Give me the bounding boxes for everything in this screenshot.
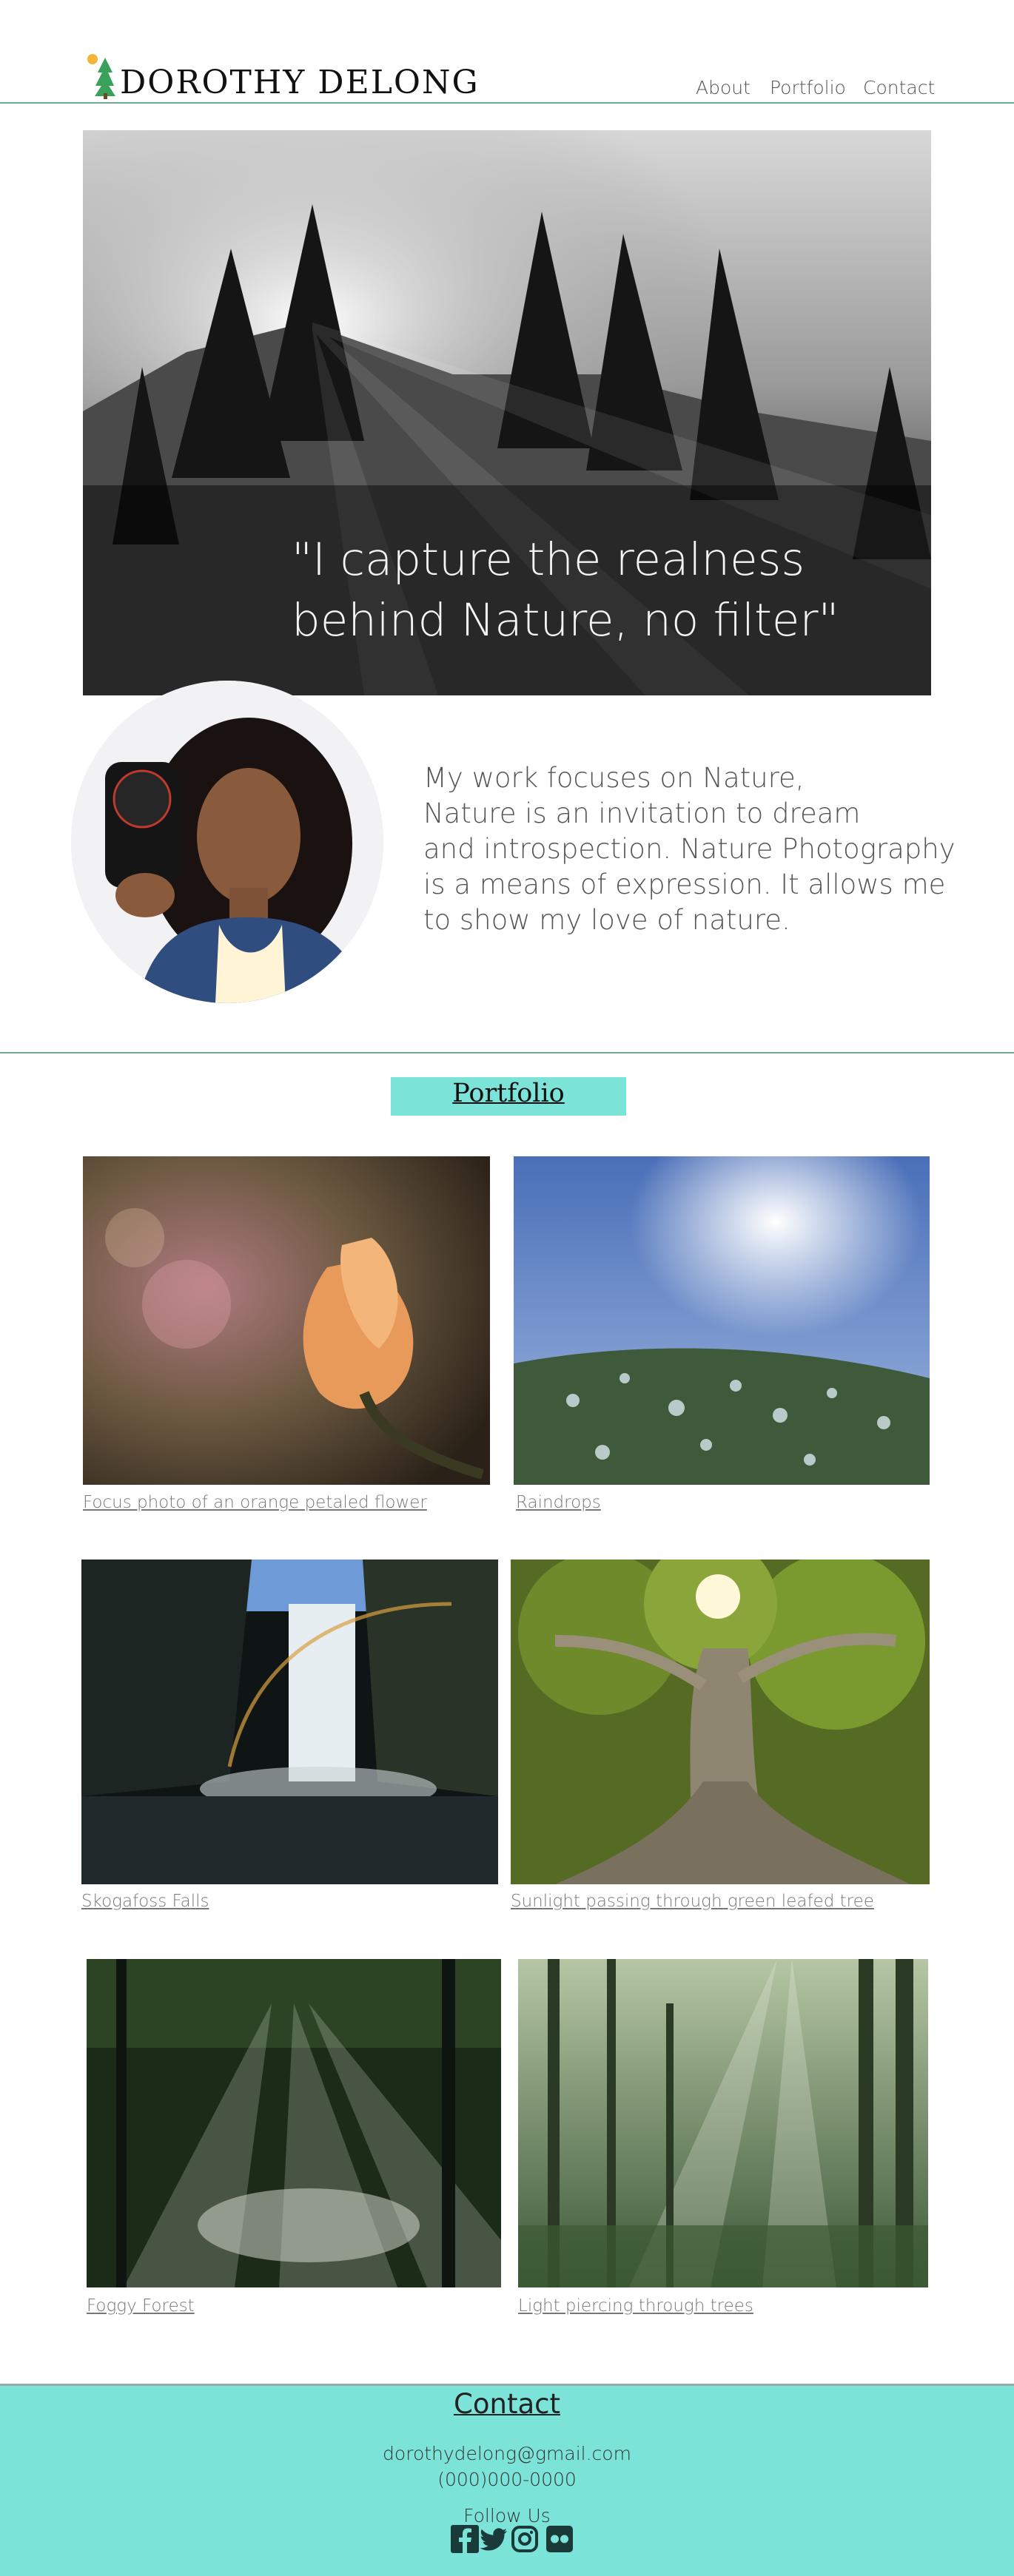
- portfolio-caption-raindrops[interactable]: Raindrops: [516, 1493, 601, 1512]
- facebook-icon[interactable]: [451, 2525, 479, 2553]
- header-divider: [0, 102, 1014, 104]
- portfolio-caption-tree[interactable]: Sunlight passing through green leafed tr…: [511, 1892, 874, 1911]
- hero-quote: "I capture the realness behind Nature, n…: [292, 530, 884, 651]
- footer-phone: (000)000-0000: [437, 2469, 577, 2490]
- portfolio-photo-tree[interactable]: [511, 1560, 930, 1884]
- portfolio-photo-foggy-forest[interactable]: [87, 1959, 501, 2287]
- footer-follow-label: Follow Us: [463, 2505, 551, 2526]
- hero-banner: "I capture the realness behind Nature, n…: [83, 130, 931, 695]
- nav-portfolio[interactable]: Portfolio: [770, 77, 846, 98]
- portfolio-photo-light-trees[interactable]: [518, 1959, 928, 2287]
- footer-contact-title[interactable]: Contact: [0, 2388, 1014, 2420]
- about-line: My work focuses on Nature,: [423, 762, 805, 794]
- portfolio-heading[interactable]: Portfolio: [391, 1079, 626, 1108]
- portfolio-photo-flower[interactable]: [83, 1156, 490, 1485]
- portfolio-caption-foggy-forest[interactable]: Foggy Forest: [87, 2296, 195, 2316]
- footer-email[interactable]: dorothydelong@gmail.com: [0, 2443, 1014, 2464]
- portfolio-caption-waterfall[interactable]: Skogafoss Falls: [81, 1892, 209, 1911]
- portfolio-photo-raindrops[interactable]: [514, 1156, 930, 1485]
- about-line: and introspection. Nature Photography: [423, 833, 956, 865]
- hero-quote-line-2: behind Nature, no filter": [292, 594, 839, 647]
- about-line: Nature is an invitation to dream: [423, 798, 861, 829]
- logo-tree-icon: [87, 54, 115, 99]
- photographer-avatar: [71, 681, 383, 1003]
- portfolio-caption-flower[interactable]: Focus photo of an orange petaled flower: [83, 1493, 427, 1512]
- portfolio-caption-light-trees[interactable]: Light piercing through trees: [518, 2296, 753, 2316]
- flickr-icon[interactable]: [545, 2525, 574, 2553]
- about-line: is a means of expression. It allows me: [423, 869, 946, 900]
- hero-quote-line-1: "I capture the realness: [292, 533, 805, 586]
- nav-contact[interactable]: Contact: [863, 77, 935, 98]
- portfolio-photo-waterfall[interactable]: [81, 1560, 498, 1884]
- site-brand[interactable]: DOROTHY DELONG: [120, 64, 480, 101]
- about-line: to show my love of nature.: [423, 904, 790, 936]
- twitter-icon[interactable]: [480, 2525, 508, 2553]
- nav-about[interactable]: About: [696, 77, 751, 98]
- about-divider: [0, 1052, 1014, 1053]
- about-text: My work focuses on Nature, Nature is an …: [423, 761, 956, 938]
- instagram-icon[interactable]: [511, 2525, 539, 2553]
